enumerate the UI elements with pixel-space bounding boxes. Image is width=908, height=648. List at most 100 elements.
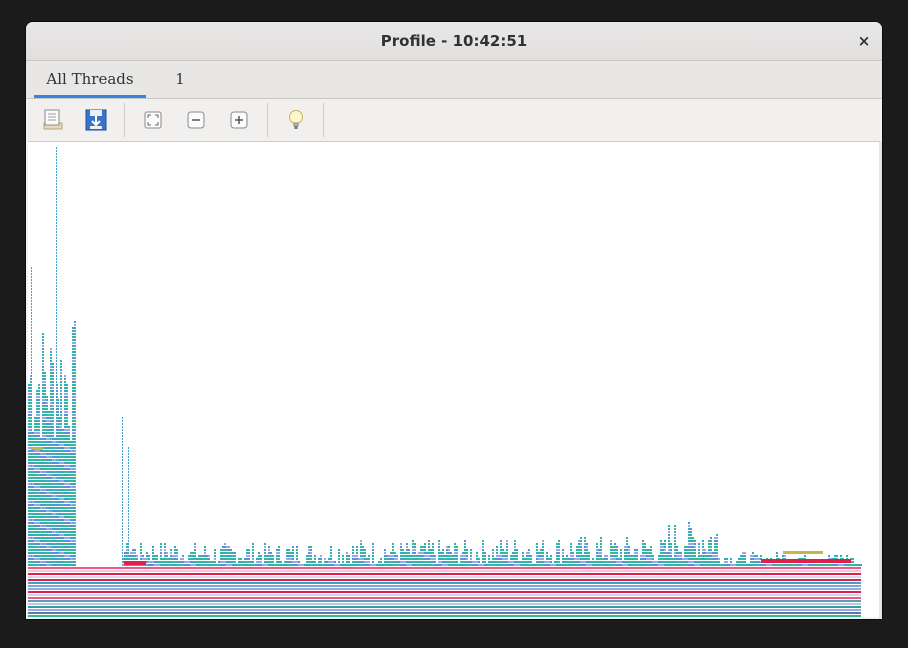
- stack-frame[interactable]: [58, 408, 59, 410]
- stack-frame[interactable]: [318, 561, 320, 563]
- stack-frame[interactable]: [674, 564, 676, 566]
- stack-frame[interactable]: [562, 549, 564, 551]
- stack-frame[interactable]: [73, 486, 74, 488]
- stack-frame[interactable]: [128, 453, 129, 455]
- stack-frame[interactable]: [28, 528, 30, 530]
- stack-frame[interactable]: [46, 540, 48, 542]
- stack-frame-base[interactable]: [28, 597, 861, 599]
- stack-frame[interactable]: [64, 384, 66, 386]
- stack-frame[interactable]: [662, 558, 664, 560]
- stack-frame[interactable]: [824, 564, 826, 566]
- stack-frame[interactable]: [584, 540, 586, 542]
- stack-frame[interactable]: [648, 561, 650, 563]
- stack-frame[interactable]: [66, 399, 68, 401]
- stack-frame[interactable]: [68, 525, 70, 527]
- stack-frame[interactable]: [62, 558, 64, 560]
- stack-frame[interactable]: [36, 534, 38, 536]
- stack-frame[interactable]: [642, 552, 644, 554]
- stack-frame[interactable]: [74, 411, 76, 413]
- stack-frame[interactable]: [68, 540, 70, 542]
- stack-frame[interactable]: [73, 546, 74, 548]
- stack-frame[interactable]: [132, 552, 134, 554]
- stack-frame[interactable]: [550, 564, 552, 566]
- stack-frame[interactable]: [122, 453, 123, 455]
- stack-frame[interactable]: [670, 555, 672, 557]
- stack-frame[interactable]: [232, 552, 234, 554]
- stack-frame[interactable]: [52, 522, 54, 524]
- stack-frame[interactable]: [164, 543, 166, 545]
- stack-frame[interactable]: [528, 558, 530, 560]
- stack-frame[interactable]: [28, 396, 30, 398]
- stack-frame[interactable]: [558, 552, 560, 554]
- stack-frame[interactable]: [762, 564, 764, 566]
- stack-frame[interactable]: [544, 561, 546, 563]
- stack-frame[interactable]: [66, 519, 68, 521]
- stack-frame[interactable]: [312, 564, 314, 566]
- stack-frame[interactable]: [674, 558, 676, 560]
- stack-frame[interactable]: [56, 192, 57, 194]
- stack-frame[interactable]: [52, 516, 54, 518]
- stack-frame[interactable]: [48, 540, 50, 542]
- stack-frame[interactable]: [174, 546, 176, 548]
- stack-frame[interactable]: [31, 282, 32, 284]
- stack-frame[interactable]: [368, 561, 370, 563]
- stack-frame[interactable]: [74, 543, 76, 545]
- stack-frame[interactable]: [54, 474, 56, 476]
- stack-frame[interactable]: [738, 558, 740, 560]
- stack-frame[interactable]: [31, 501, 32, 503]
- stack-frame[interactable]: [270, 555, 272, 557]
- stack-frame[interactable]: [73, 525, 74, 527]
- stack-frame[interactable]: [44, 558, 46, 560]
- stack-frame[interactable]: [688, 534, 690, 536]
- stack-frame[interactable]: [220, 549, 222, 551]
- stack-frame[interactable]: [580, 558, 582, 560]
- stack-frame[interactable]: [372, 555, 374, 557]
- stack-frame[interactable]: [226, 552, 228, 554]
- stack-frame[interactable]: [50, 375, 52, 377]
- stack-frame[interactable]: [644, 552, 646, 554]
- stack-frame[interactable]: [62, 525, 64, 527]
- stack-frame[interactable]: [40, 516, 42, 518]
- stack-frame[interactable]: [34, 546, 36, 548]
- stack-frame[interactable]: [362, 561, 364, 563]
- stack-frame[interactable]: [660, 552, 662, 554]
- stack-frame[interactable]: [422, 549, 424, 551]
- stack-frame[interactable]: [196, 564, 198, 566]
- stack-frame[interactable]: [73, 420, 74, 422]
- stack-frame[interactable]: [558, 540, 560, 542]
- stack-frame[interactable]: [546, 555, 548, 557]
- stack-frame[interactable]: [488, 561, 490, 563]
- stack-frame[interactable]: [62, 507, 64, 509]
- stack-frame[interactable]: [62, 531, 64, 533]
- stack-frame[interactable]: [346, 555, 348, 557]
- stack-frame[interactable]: [56, 507, 57, 509]
- stack-frame[interactable]: [550, 558, 552, 560]
- stack-frame[interactable]: [34, 531, 36, 533]
- stack-frame[interactable]: [73, 378, 74, 380]
- stack-frame[interactable]: [52, 399, 54, 401]
- stack-frame[interactable]: [32, 432, 34, 434]
- stack-frame[interactable]: [224, 564, 226, 566]
- stack-frame[interactable]: [62, 504, 64, 506]
- stack-frame[interactable]: [42, 333, 44, 335]
- stack-frame[interactable]: [500, 558, 502, 560]
- stack-frame[interactable]: [122, 564, 123, 566]
- stack-frame[interactable]: [804, 555, 806, 557]
- stack-frame[interactable]: [160, 561, 162, 563]
- stack-frame[interactable]: [608, 561, 610, 563]
- stack-frame[interactable]: [504, 552, 506, 554]
- stack-frame[interactable]: [252, 543, 254, 545]
- stack-frame[interactable]: [684, 552, 686, 554]
- stack-frame[interactable]: [28, 432, 30, 434]
- stack-frame[interactable]: [380, 561, 382, 563]
- stack-frame[interactable]: [50, 522, 51, 524]
- stack-frame[interactable]: [220, 555, 222, 557]
- stack-frame[interactable]: [414, 558, 416, 560]
- stack-frame[interactable]: [364, 549, 366, 551]
- stack-frame[interactable]: [40, 510, 42, 512]
- stack-frame[interactable]: [31, 306, 32, 308]
- stack-frame[interactable]: [42, 378, 44, 380]
- stack-frame[interactable]: [38, 456, 40, 458]
- stack-frame[interactable]: [60, 474, 62, 476]
- stack-frame[interactable]: [122, 525, 123, 527]
